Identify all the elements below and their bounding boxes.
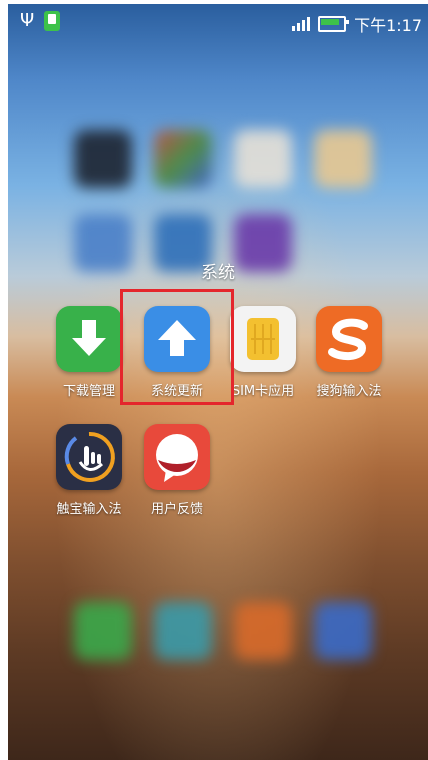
folder-title: 系统 <box>201 263 235 283</box>
blurred-app-icon <box>74 130 132 188</box>
blurred-app-icon <box>234 130 292 188</box>
sim-card-icon <box>230 306 296 372</box>
phone-green-icon <box>44 11 61 31</box>
app-label: 触宝输入法 <box>56 502 122 517</box>
highlight-box <box>120 289 234 405</box>
usb-icon: Ψ <box>20 10 35 31</box>
sogou-s-icon <box>316 306 382 372</box>
blurred-dock-app <box>234 602 292 660</box>
status-right: 下午1:17 <box>292 12 422 36</box>
app-user-feedback[interactable]: 用户反馈 <box>134 424 220 517</box>
status-time: 下午1:17 <box>354 16 422 35</box>
app-sogou-input[interactable]: 搜狗输入法 <box>306 306 392 399</box>
blurred-dock-phone <box>74 602 132 660</box>
battery-charging-icon <box>318 16 350 32</box>
blurred-dock-app <box>314 602 372 660</box>
phone-screen: Ψ 下午1:17 系统 下载管理 系统更新 SIM卡应用 搜狗输入法 触宝输入法… <box>8 4 428 760</box>
blurred-dock-app <box>154 602 212 660</box>
app-label: 搜狗输入法 <box>316 384 382 399</box>
blurred-app-icon <box>314 130 372 188</box>
status-left: Ψ <box>20 10 61 31</box>
app-touchpal-input[interactable]: 触宝输入法 <box>46 424 132 517</box>
signal-bars-icon <box>292 17 311 31</box>
download-icon <box>56 306 122 372</box>
feedback-icon <box>144 424 210 490</box>
blurred-app-icon <box>154 130 212 188</box>
touchpal-icon <box>56 424 122 490</box>
app-label: 用户反馈 <box>150 502 203 517</box>
status-bar: Ψ 下午1:17 <box>8 4 428 40</box>
